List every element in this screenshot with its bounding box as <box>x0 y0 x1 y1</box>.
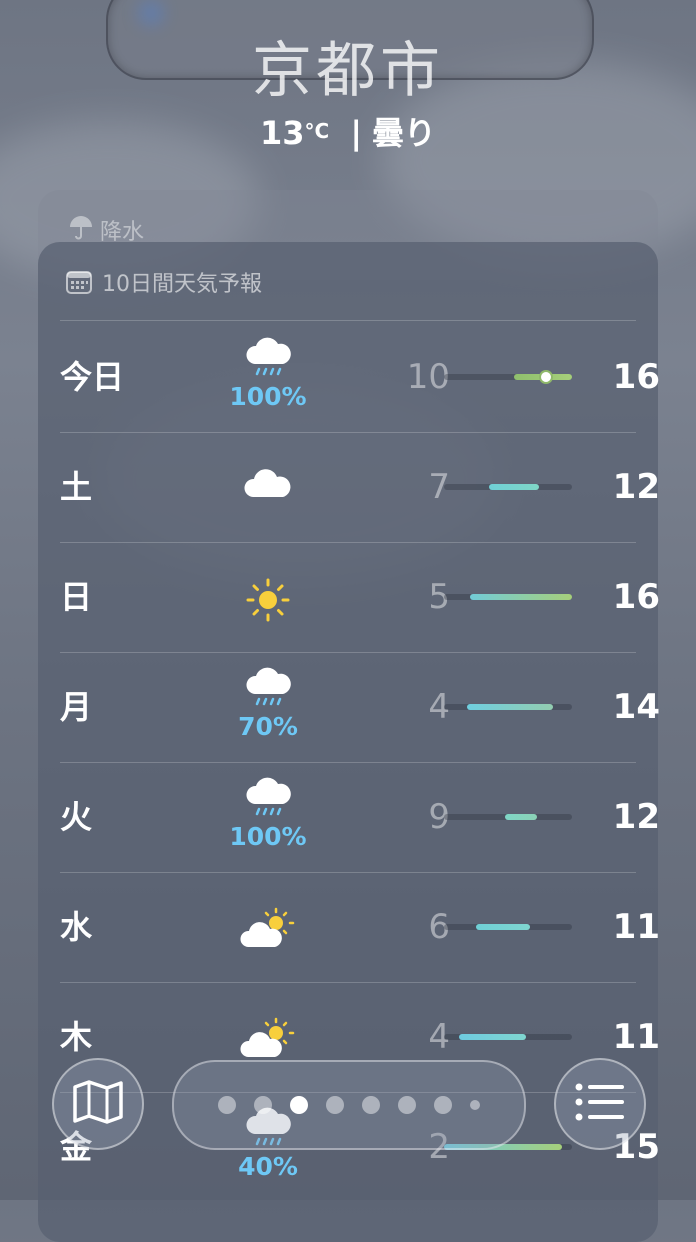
weather-icon-wrap: 70% <box>228 666 308 741</box>
day-label: 今日 <box>60 358 125 396</box>
weather-icon-wrap: 100% <box>228 336 308 411</box>
high-temp: 16 <box>612 357 660 397</box>
temp-range-bar <box>444 704 572 710</box>
page-dot[interactable] <box>362 1096 380 1114</box>
temp-range-bar <box>444 924 572 930</box>
condition-text: 曇り <box>372 114 437 152</box>
temp-range-bar <box>444 1034 572 1040</box>
page-dot[interactable] <box>434 1096 452 1114</box>
precip-chance: 40% <box>238 1152 298 1181</box>
rain-cloud-icon <box>243 336 293 384</box>
page-dot[interactable] <box>470 1100 480 1110</box>
high-temp: 16 <box>612 577 660 617</box>
weather-icon-wrap <box>228 467 308 505</box>
weather-icon-wrap: 100% <box>228 776 308 851</box>
forecast-row[interactable]: 火 100% 9 12 <box>60 762 660 872</box>
page-indicator[interactable] <box>172 1060 526 1150</box>
temp-range-bar <box>444 814 572 820</box>
forecast-row[interactable]: 日 5 16 <box>60 542 660 652</box>
temp-range-fill <box>459 1034 526 1040</box>
low-temp: 6 <box>428 907 450 947</box>
temp-range-fill <box>505 814 538 820</box>
list-icon <box>574 1081 626 1127</box>
low-temp: 9 <box>428 797 450 837</box>
list-button[interactable] <box>554 1058 646 1150</box>
precip-chance: 100% <box>229 822 307 851</box>
temp-range-bar <box>444 372 572 382</box>
day-label: 日 <box>60 578 93 616</box>
partly-sunny-icon <box>240 907 296 955</box>
high-temp: 12 <box>612 797 660 837</box>
divider <box>60 320 636 321</box>
day-label: 火 <box>60 798 93 836</box>
current-temp: 13 <box>259 114 305 152</box>
calendar-icon <box>66 270 92 294</box>
separator: | <box>350 114 363 152</box>
weather-icon-wrap <box>228 1017 308 1065</box>
temp-range-bar <box>444 594 572 600</box>
low-temp: 7 <box>428 467 450 507</box>
partly-sunny-icon <box>240 1017 296 1065</box>
current-temp-marker <box>541 372 552 382</box>
temp-range-fill <box>469 594 572 600</box>
current-condition: 13°C | 曇り <box>0 108 696 154</box>
weather-icon-wrap <box>228 907 308 955</box>
temp-range-fill <box>476 924 530 930</box>
day-label: 水 <box>60 908 93 946</box>
day-label: 土 <box>60 468 93 506</box>
forecast-title: 10日間天気予報 <box>102 272 262 297</box>
rain-cloud-icon <box>243 666 293 714</box>
page-dot[interactable] <box>218 1096 236 1114</box>
map-icon <box>72 1079 124 1129</box>
page-dot[interactable] <box>326 1096 344 1114</box>
forecast-row[interactable]: 水 6 11 <box>60 872 660 982</box>
page-dot[interactable] <box>398 1096 416 1114</box>
low-temp: 4 <box>428 687 450 727</box>
low-temp: 10 <box>406 357 450 397</box>
high-temp: 11 <box>612 907 660 947</box>
forecast-row[interactable]: 月 70% 4 14 <box>60 652 660 762</box>
temp-unit: °C <box>304 119 330 143</box>
forecast-header: 10日間天気予報 <box>66 262 262 302</box>
high-temp: 12 <box>612 467 660 507</box>
precip-chance: 100% <box>229 382 307 411</box>
precip-chance: 70% <box>238 712 298 741</box>
high-temp: 14 <box>612 687 660 727</box>
forecast-row[interactable]: 土 7 12 <box>60 432 660 542</box>
low-temp: 5 <box>428 577 450 617</box>
city-name: 京都市 <box>252 36 444 106</box>
page-dot[interactable] <box>254 1096 272 1114</box>
forecast-row[interactable]: 今日 100% 10 16 <box>60 322 660 432</box>
sun-icon <box>245 577 291 627</box>
temp-range-fill <box>488 484 539 490</box>
weather-icon-wrap <box>228 577 308 627</box>
page-dot[interactable] <box>290 1096 308 1114</box>
cloud-icon <box>243 467 293 505</box>
map-button[interactable] <box>52 1058 144 1150</box>
temp-range-fill <box>467 704 553 710</box>
temp-range-bar <box>444 484 572 490</box>
rain-cloud-icon <box>243 776 293 824</box>
day-label: 月 <box>60 688 93 726</box>
